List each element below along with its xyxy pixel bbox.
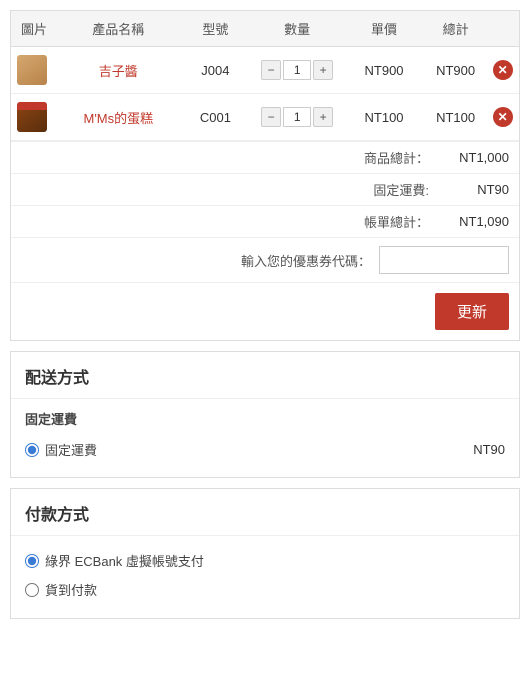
coupon-label: 輸入您的優惠券代碼：: [241, 251, 371, 270]
payment-section-body: 綠界 ECBank 虛擬帳號支付貨到付款: [11, 536, 519, 618]
total-label: 帳單總計：: [364, 212, 429, 231]
subtotal-row: 商品總計： NT1,000: [11, 141, 519, 173]
quantity-increase-button[interactable]: +: [313, 107, 333, 127]
cart-item-name-cell: 吉子醬: [57, 47, 180, 94]
cart-item-price-cell: NT100: [343, 94, 425, 141]
col-header-image: 圖片: [11, 11, 57, 47]
quantity-decrease-button[interactable]: −: [261, 60, 281, 80]
total-value: NT1,090: [439, 214, 509, 229]
payment-section: 付款方式 綠界 ECBank 虛擬帳號支付貨到付款: [10, 488, 520, 619]
quantity-input[interactable]: [283, 60, 311, 80]
col-header-name: 產品名稱: [57, 11, 180, 47]
quantity-stepper: −+: [257, 60, 337, 80]
remove-item-button[interactable]: ✕: [493, 107, 513, 127]
cart-item-total-cell: NT900: [425, 47, 486, 94]
shipping-option-left: 固定運費: [25, 440, 97, 459]
cart-item-total-cell: NT100: [425, 94, 486, 141]
shipping-option-title: 固定運費: [25, 409, 505, 428]
cart-item-remove-cell: ✕: [486, 94, 519, 141]
subtotal-value: NT1,000: [439, 150, 509, 165]
shipping-section-title: 配送方式: [11, 352, 519, 399]
product-thumbnail: [17, 55, 47, 85]
quantity-increase-button[interactable]: +: [313, 60, 333, 80]
product-thumbnail: [17, 102, 47, 132]
cart-table: 圖片 產品名稱 型號 數量 單價 總計 吉子醬J004−+NT900NT900✕…: [11, 11, 519, 141]
update-row: 更新: [11, 282, 519, 340]
payment-radio-cod[interactable]: [25, 583, 39, 597]
col-header-total: 總計: [425, 11, 486, 47]
shipping-section-body: 固定運費 固定運費 NT90: [11, 399, 519, 477]
product-name-link[interactable]: M'Ms的蛋糕: [83, 111, 153, 126]
shipping-section: 配送方式 固定運費 固定運費 NT90: [10, 351, 520, 478]
cart-item-qty-cell: −+: [251, 94, 343, 141]
shipping-row: 固定運費: NT90: [11, 173, 519, 205]
shipping-value: NT90: [439, 182, 509, 197]
shipping-radio[interactable]: [25, 443, 39, 457]
payment-option-label: 貨到付款: [45, 580, 97, 599]
update-button[interactable]: 更新: [435, 293, 509, 330]
cart-item-image-cell: [11, 47, 57, 94]
shipping-option-label: 固定運費: [45, 440, 97, 459]
payment-radio-ecbank[interactable]: [25, 554, 39, 568]
col-header-model: 型號: [180, 11, 252, 47]
cart-item-model-cell: C001: [180, 94, 252, 141]
payment-option-label: 綠界 ECBank 虛擬帳號支付: [45, 551, 204, 570]
col-header-remove: [486, 11, 519, 47]
quantity-stepper: −+: [257, 107, 337, 127]
total-row: 帳單總計： NT1,090: [11, 205, 519, 237]
cart-item-image-cell: [11, 94, 57, 141]
cart-item-model-cell: J004: [180, 47, 252, 94]
col-header-unit-price: 單價: [343, 11, 425, 47]
col-header-quantity: 數量: [251, 11, 343, 47]
cart-row: M'Ms的蛋糕C001−+NT100NT100✕: [11, 94, 519, 141]
cart-item-price-cell: NT900: [343, 47, 425, 94]
product-name-link[interactable]: 吉子醬: [99, 64, 138, 79]
cart-item-remove-cell: ✕: [486, 47, 519, 94]
payment-option-row: 貨到付款: [25, 575, 505, 604]
payment-option-row: 綠界 ECBank 虛擬帳號支付: [25, 546, 505, 575]
payment-section-title: 付款方式: [11, 489, 519, 536]
coupon-input[interactable]: [379, 246, 509, 274]
quantity-input[interactable]: [283, 107, 311, 127]
shipping-option-row: 固定運費 NT90: [25, 436, 505, 463]
cart-section: 圖片 產品名稱 型號 數量 單價 總計 吉子醬J004−+NT900NT900✕…: [10, 10, 520, 341]
cart-row: 吉子醬J004−+NT900NT900✕: [11, 47, 519, 94]
subtotal-label: 商品總計：: [364, 148, 429, 167]
shipping-option-price: NT90: [473, 442, 505, 457]
cart-item-name-cell: M'Ms的蛋糕: [57, 94, 180, 141]
coupon-row: 輸入您的優惠券代碼：: [11, 237, 519, 282]
shipping-label: 固定運費:: [373, 180, 429, 199]
quantity-decrease-button[interactable]: −: [261, 107, 281, 127]
remove-item-button[interactable]: ✕: [493, 60, 513, 80]
cart-item-qty-cell: −+: [251, 47, 343, 94]
